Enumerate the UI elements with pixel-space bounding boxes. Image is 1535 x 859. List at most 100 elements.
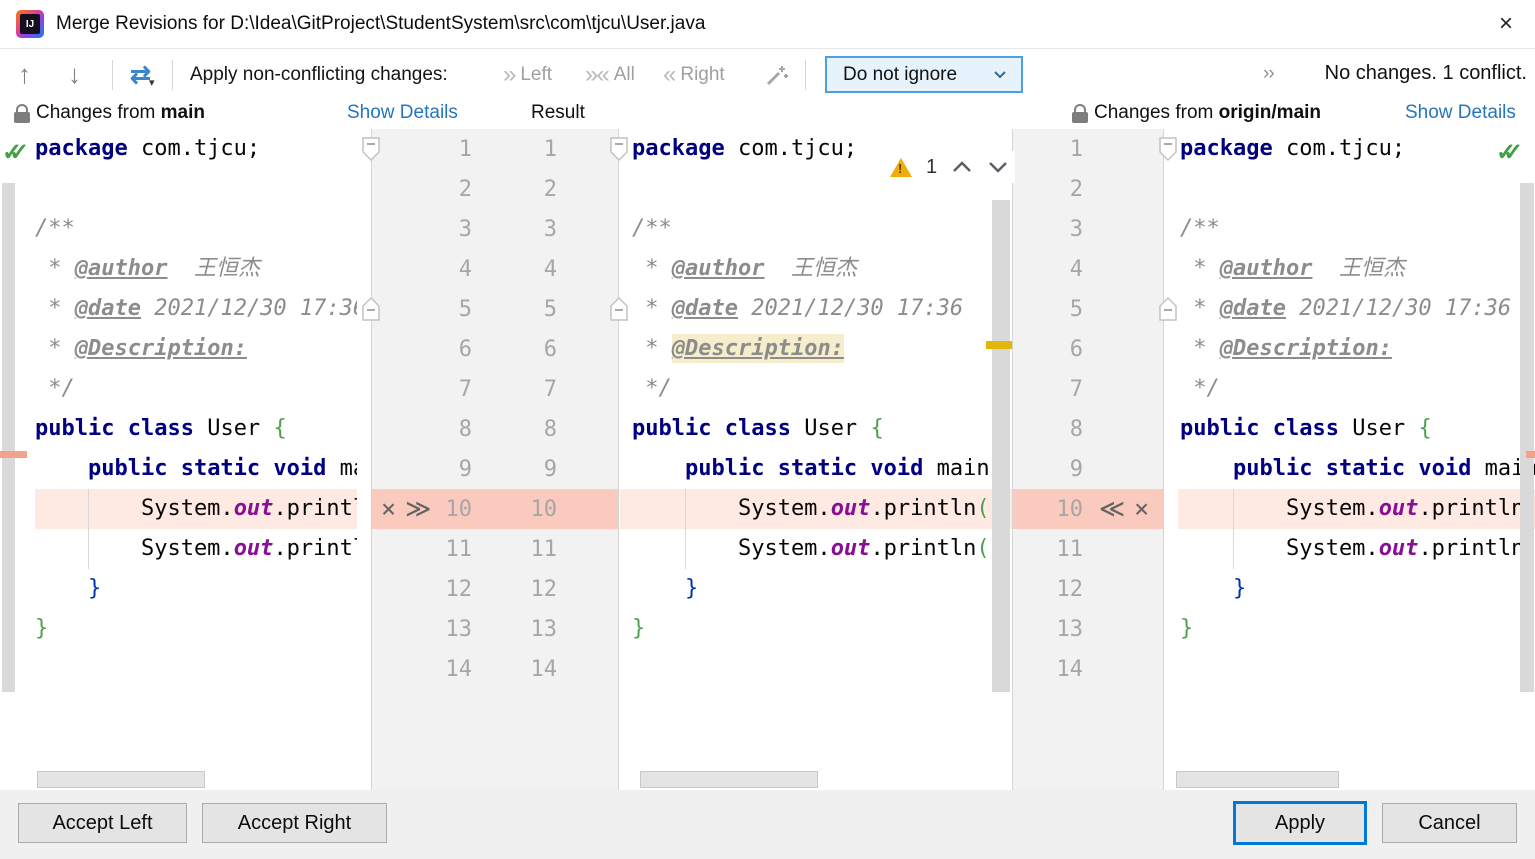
code-line: /** <box>1180 216 1220 241</box>
line-number: 10 <box>445 496 473 522</box>
warning-stripe-mark[interactable] <box>986 341 1012 349</box>
right-show-details-link[interactable]: Show Details <box>1405 102 1516 124</box>
cancel-button[interactable]: Cancel <box>1382 803 1517 843</box>
line-number: 3 <box>1069 216 1083 242</box>
fold-marker[interactable] <box>609 296 629 322</box>
right-pane-title: Changes from origin/main <box>1094 102 1322 123</box>
accept-left-button[interactable]: Accept Left <box>18 803 187 843</box>
line-number: 8 <box>543 416 557 442</box>
code-line: } <box>35 616 49 641</box>
line-number: 3 <box>458 216 472 242</box>
apply-right-button[interactable]: « Right <box>663 49 725 100</box>
apply-right-change-icon[interactable]: ≪ <box>1099 494 1125 524</box>
gutter-row: 22 <box>372 169 618 209</box>
gutter-row: 33 <box>372 209 618 249</box>
ignore-right-change-icon[interactable]: × <box>1134 494 1149 524</box>
code-line: public static void main <box>87 456 371 481</box>
pane-headers: Changes from main Show Details Result Ch… <box>0 100 1535 129</box>
chevrons-both-icon: »« <box>585 60 610 88</box>
line-number: 2 <box>458 176 472 202</box>
indent-guide <box>685 489 686 569</box>
gutter-row: 66 <box>372 329 618 369</box>
gutter-row: × ≫ 10 10 <box>372 489 618 529</box>
accept-right-button[interactable]: Accept Right <box>202 803 387 843</box>
line-number: 13 <box>1056 616 1084 642</box>
next-change-button[interactable]: ↓ <box>68 49 81 100</box>
code-line: * @author 王恒杰 <box>632 256 857 281</box>
line-number: 2 <box>1069 176 1083 202</box>
fold-marker[interactable] <box>609 136 629 162</box>
gutter-row: 2 <box>1013 169 1163 209</box>
gutter-row: 3 <box>1013 209 1163 249</box>
code-line: } <box>1180 616 1194 641</box>
left-editor[interactable]: package com.tjcu; /** * @author 王恒杰 * @da… <box>0 129 371 790</box>
gutter-row: 44 <box>372 249 618 289</box>
line-number: 5 <box>1069 296 1083 322</box>
chevron-down-icon[interactable] <box>987 160 1009 174</box>
gutter-row: 99 <box>372 449 618 489</box>
line-number: 7 <box>458 376 472 402</box>
close-icon[interactable]: × <box>1499 11 1513 37</box>
apply-button[interactable]: Apply <box>1233 801 1367 845</box>
lock-icon <box>14 104 30 123</box>
fold-marker[interactable] <box>361 136 381 162</box>
separator <box>805 60 806 90</box>
magic-resolve-button[interactable] <box>762 49 790 100</box>
line-number: 6 <box>458 336 472 362</box>
change-stripe-mark[interactable] <box>0 451 27 458</box>
apply-all-button[interactable]: »« All <box>585 49 635 100</box>
ignore-left-change-icon[interactable]: × <box>381 494 396 524</box>
left-pane-title: Changes from main <box>36 102 205 123</box>
breadcrumb-expander-icon[interactable]: ›› <box>1263 63 1275 85</box>
chevron-up-icon[interactable] <box>951 160 973 174</box>
left-vertical-scrollbar[interactable] <box>2 183 15 692</box>
fold-marker[interactable] <box>1158 296 1178 322</box>
gutter-row: 7 <box>1013 369 1163 409</box>
line-number: 7 <box>1069 376 1083 402</box>
result-horizontal-scrollbar[interactable] <box>640 771 818 788</box>
right-editor[interactable]: package com.tjcu; /** * @author 王恒杰 * @da… <box>1165 129 1535 790</box>
right-vertical-scrollbar[interactable] <box>1520 183 1534 692</box>
code-line: System.out.println( <box>620 489 1012 529</box>
left-gutter: 1 1 2 2 3 3 4 4 5 5 6 6 7 7 8 8 9 9 × ≫ 10 10 11 11 12 12 13 13 14 14 <box>371 129 619 790</box>
apply-nonconflicting-label: Apply non-conflicting changes: <box>190 63 448 85</box>
result-editor[interactable]: package com.tjcu;/** * @author 王恒杰 * @da… <box>620 129 1012 790</box>
title-bar: IJ Merge Revisions for D:\Idea\GitProjec… <box>0 0 1535 49</box>
apply-all-changes-button[interactable]: ⇄ ▾ <box>130 49 154 100</box>
code-line: */ <box>35 376 75 401</box>
gutter-row: 88 <box>372 409 618 449</box>
code-line: * @author 王恒杰 <box>1180 256 1405 281</box>
line-number: 6 <box>1069 336 1083 362</box>
apply-left-change-icon[interactable]: ≫ <box>405 494 431 524</box>
line-number: 1 <box>458 136 472 162</box>
separator <box>112 60 113 90</box>
change-stripe-mark[interactable] <box>1526 451 1535 458</box>
line-number: 6 <box>543 336 557 362</box>
line-number: 8 <box>1069 416 1083 442</box>
result-vertical-scrollbar[interactable] <box>992 200 1010 692</box>
double-check-icon: ✓✓ <box>1496 139 1523 166</box>
line-number: 1 <box>543 136 557 162</box>
left-horizontal-scrollbar[interactable] <box>37 771 205 788</box>
right-horizontal-scrollbar[interactable] <box>1176 771 1339 788</box>
apply-left-button[interactable]: » Left <box>503 49 552 100</box>
line-number: 13 <box>530 616 558 642</box>
line-number: 11 <box>445 536 473 562</box>
fold-marker[interactable] <box>361 296 381 322</box>
line-number: 3 <box>543 216 557 242</box>
indent-guide <box>1233 489 1234 569</box>
fold-marker[interactable] <box>1158 136 1178 162</box>
code-line: } <box>1232 576 1247 601</box>
gutter-row: 14 14 <box>372 649 618 689</box>
left-show-details-link[interactable]: Show Details <box>347 102 458 124</box>
previous-change-button[interactable]: ↑ <box>18 49 31 100</box>
line-number: 10 <box>1056 496 1084 522</box>
code-line: /** <box>35 216 75 241</box>
code-line: } <box>632 616 646 641</box>
gutter-row: 1 <box>1013 129 1163 169</box>
chevrons-left-icon: « <box>663 60 676 88</box>
ignore-whitespace-dropdown[interactable]: Do not ignore <box>825 56 1023 93</box>
